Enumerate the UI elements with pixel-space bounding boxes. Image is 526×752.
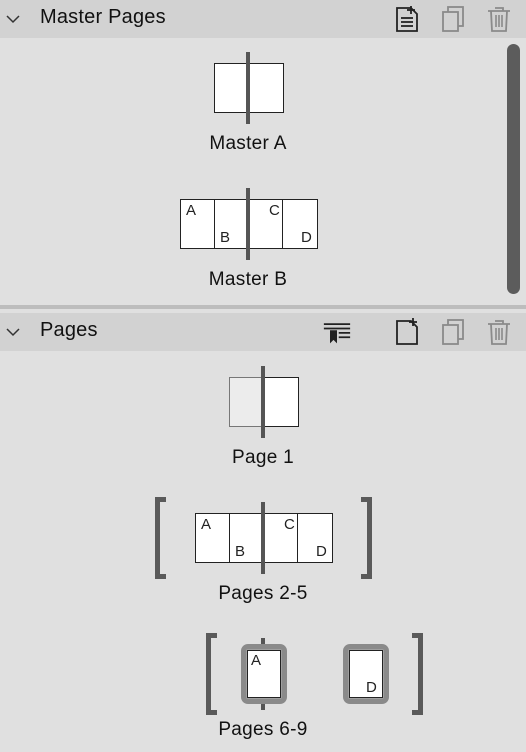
spine-marker xyxy=(246,188,250,260)
trash-icon[interactable] xyxy=(485,4,513,34)
page-letter: B xyxy=(235,543,246,560)
pages-title: Pages xyxy=(40,319,98,341)
page-letter: A xyxy=(186,202,197,219)
chevron-down-icon[interactable] xyxy=(6,325,20,339)
duplicate-icon[interactable] xyxy=(439,4,467,34)
page-1-page xyxy=(263,377,299,427)
pages-2-5-thumbnail[interactable]: A B C D xyxy=(195,502,333,574)
master-pages-scrollbar[interactable] xyxy=(507,44,520,294)
page-1-empty-left xyxy=(229,377,265,427)
page-5 xyxy=(297,513,333,563)
new-master-icon[interactable] xyxy=(393,4,421,34)
new-page-icon[interactable] xyxy=(393,317,421,347)
pages-6-9-thumbnail[interactable]: A D xyxy=(240,638,390,710)
trash-icon[interactable] xyxy=(485,317,513,347)
section-bracket-left xyxy=(155,497,166,579)
master-pages-title: Master Pages xyxy=(40,6,166,28)
pages-header: Pages xyxy=(0,313,526,351)
section-bracket-left xyxy=(206,633,217,715)
section-divider[interactable] xyxy=(0,305,526,309)
page-letter: D xyxy=(366,679,377,696)
spine-marker xyxy=(246,52,250,124)
pages-6-9-label: Pages 6-9 xyxy=(218,719,308,740)
page-letter: D xyxy=(316,543,327,560)
master-a-label: Master A xyxy=(209,133,287,154)
master-pages-header: Master Pages xyxy=(0,0,526,38)
apply-master-icon[interactable] xyxy=(323,317,351,347)
page-letter: A xyxy=(251,652,262,669)
page-letter: C xyxy=(269,202,280,219)
section-bracket-right xyxy=(412,633,423,715)
master-b-label: Master B xyxy=(208,269,288,290)
master-b-page-d xyxy=(282,199,318,249)
chevron-down-icon[interactable] xyxy=(6,12,20,26)
page-letter: A xyxy=(201,516,212,533)
section-bracket-right xyxy=(361,497,372,579)
page-letter: D xyxy=(301,229,312,246)
spine-marker xyxy=(261,502,265,574)
page-letter: C xyxy=(284,516,295,533)
master-a-right-page xyxy=(248,63,284,113)
pages-2-5-label: Pages 2-5 xyxy=(218,583,308,604)
master-a-thumbnail[interactable] xyxy=(214,52,284,124)
page-1-label: Page 1 xyxy=(231,447,295,468)
master-b-thumbnail[interactable]: A B C D xyxy=(180,188,318,260)
page-letter: B xyxy=(220,229,231,246)
spine-marker xyxy=(261,366,265,438)
duplicate-icon[interactable] xyxy=(439,317,467,347)
master-a-left-page xyxy=(214,63,250,113)
page-1-thumbnail[interactable] xyxy=(229,366,299,438)
